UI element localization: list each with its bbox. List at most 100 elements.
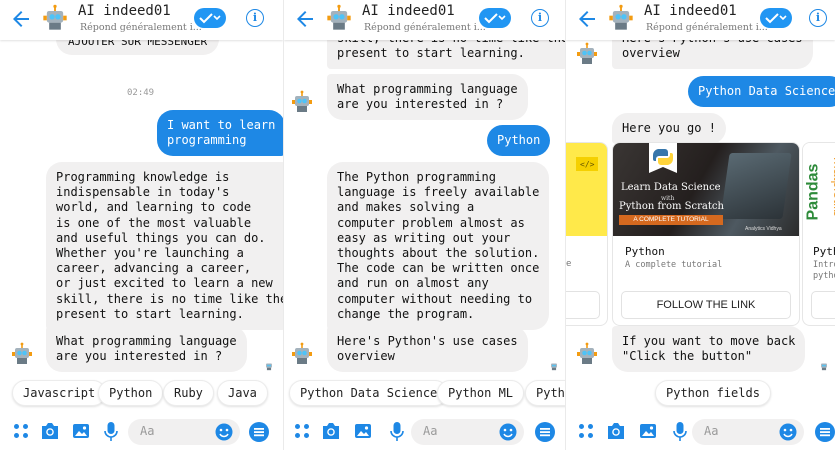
bot-message: Programming knowledge is indispensable i… (46, 162, 283, 331)
back-arrow-icon[interactable] (293, 7, 317, 31)
bot-name: AI indeed01 (644, 3, 737, 19)
bot-message: The Python programming language is freel… (327, 162, 550, 331)
gallery-icon[interactable] (639, 422, 657, 440)
get-started-button[interactable] (760, 8, 792, 28)
more-options-icon[interactable] (12, 422, 30, 440)
user-message: Python (487, 125, 551, 157)
composer-bar: Aa (0, 414, 283, 450)
quick-reply-ruby[interactable]: Ruby (163, 380, 214, 406)
bot-message: If you want to move back "Click the butt… (612, 326, 806, 373)
gallery-icon[interactable] (72, 422, 90, 440)
chat-panel-1: AJOUTER SUR MESSENGER 02:49 I want to le… (0, 0, 283, 450)
message-input[interactable]: Aa (128, 419, 240, 445)
carousel-card-previous: </> e (566, 142, 608, 326)
card-title-fragment: e (566, 259, 572, 269)
chat-header: AI indeed01 Répond généralement i... i (0, 0, 283, 40)
menu-icon[interactable] (249, 422, 269, 442)
info-icon[interactable]: i (246, 9, 264, 27)
card-image-line3: Python from Scratch (619, 201, 724, 212)
card-title: Python (625, 245, 665, 258)
back-arrow-icon[interactable] (9, 7, 33, 31)
code-icon: </> (576, 157, 598, 171)
camera-icon[interactable] (606, 422, 626, 440)
quick-reply-python-fields[interactable]: Python fields (655, 380, 771, 406)
bot-name: AI indeed01 (78, 3, 171, 19)
gallery-icon[interactable] (354, 422, 372, 440)
message-input[interactable]: Aa (411, 419, 524, 445)
bot-avatar-icon (42, 4, 68, 36)
card-image: </> (566, 143, 607, 236)
card-image-banner: A COMPLETE TUTORIAL (619, 215, 723, 225)
microphone-icon[interactable] (104, 422, 118, 442)
info-icon[interactable]: i (531, 9, 549, 27)
python-logo-icon (649, 143, 677, 173)
emoji-icon[interactable] (215, 423, 233, 441)
bot-message: What programming language are you intere… (327, 74, 528, 121)
bot-message: Here's Python's use cases overview (327, 326, 528, 373)
message-input-placeholder: Aa (140, 424, 155, 438)
card-subtitle: A complete tutorial (625, 260, 723, 270)
camera-icon[interactable] (40, 422, 60, 440)
bot-response-time: Répond généralement i... (80, 22, 202, 33)
card-image-line1: Learn Data Science (621, 182, 721, 193)
microphone-icon[interactable] (673, 422, 687, 442)
chat-header: AI indeed01 Répond généralement i... i (566, 0, 835, 40)
quick-reply-javascript[interactable]: Javascript (12, 380, 107, 406)
quick-reply-python-ml[interactable]: Python ML (437, 380, 525, 406)
seen-indicator-icon (819, 356, 829, 371)
card-image: Learn Data Science with Python from Scra… (613, 143, 799, 236)
bot-avatar-icon (291, 90, 313, 118)
emoji-icon[interactable] (499, 423, 517, 441)
card-image-pandas: Pandas (804, 163, 822, 221)
card-image: Pandas matplotlib (803, 143, 835, 236)
seen-indicator-icon (549, 356, 559, 371)
message-input[interactable]: Aa (692, 419, 804, 445)
get-started-button[interactable] (194, 8, 226, 28)
quick-reply-python-fields[interactable]: Pytho (525, 380, 565, 406)
user-message: I want to learn programming (157, 110, 283, 157)
card-button[interactable] (566, 291, 600, 319)
back-arrow-icon[interactable] (575, 7, 599, 31)
bot-response-time: Répond généralement i... (646, 22, 768, 33)
bot-avatar-icon (608, 4, 634, 36)
user-message: Python Data Science (688, 76, 835, 108)
bot-avatar-icon (11, 342, 33, 370)
camera-icon[interactable] (321, 422, 341, 440)
get-started-button[interactable] (479, 8, 511, 28)
bot-avatar-icon (576, 42, 598, 70)
svg-text:</>: </> (580, 160, 595, 169)
follow-the-link-button[interactable]: FOLLOW THE LINK (621, 291, 791, 319)
bot-message: What programming language are you intere… (46, 326, 247, 373)
chat-header: AI indeed01 Répond généralement i... i (284, 0, 565, 40)
bot-avatar-icon (576, 342, 598, 370)
bot-avatar-icon (291, 342, 313, 370)
message-input-placeholder: Aa (423, 424, 438, 438)
carousel-card-python: Learn Data Science with Python from Scra… (612, 142, 800, 326)
message-input-placeholder: Aa (704, 424, 719, 438)
composer-bar: Aa (566, 414, 835, 450)
chat-panel-2: skill, there is no time like the present… (283, 0, 565, 450)
card-image-matplotlib: matplotlib (830, 157, 835, 217)
carousel-card-next: Pandas matplotlib Pyth Intro pytho (802, 142, 835, 326)
menu-icon[interactable] (815, 422, 835, 442)
card-image-brand: Analytics Vidhya (745, 226, 782, 232)
bot-response-time: Répond généralement i... (364, 22, 486, 33)
emoji-icon[interactable] (779, 423, 797, 441)
quick-reply-python[interactable]: Python (98, 380, 164, 406)
more-options-icon[interactable] (293, 422, 311, 440)
microphone-icon[interactable] (390, 422, 404, 442)
bot-message: Here you go ! (612, 113, 726, 145)
card-button[interactable] (811, 291, 835, 319)
timestamp: 02:49 (127, 88, 155, 98)
composer-bar: Aa (284, 414, 565, 450)
quick-reply-java[interactable]: Java (217, 380, 268, 406)
bot-name: AI indeed01 (362, 3, 455, 19)
card-subtitle: Intro pytho (813, 260, 835, 281)
chat-panel-3: Here's Python's use cases overview Pytho… (565, 0, 835, 450)
menu-icon[interactable] (535, 422, 555, 442)
more-options-icon[interactable] (577, 422, 595, 440)
card-title: Pyth (813, 245, 835, 258)
info-icon[interactable]: i (809, 9, 827, 27)
quick-reply-python-data-science[interactable]: Python Data Science (289, 380, 449, 406)
bot-avatar-icon (326, 4, 352, 36)
